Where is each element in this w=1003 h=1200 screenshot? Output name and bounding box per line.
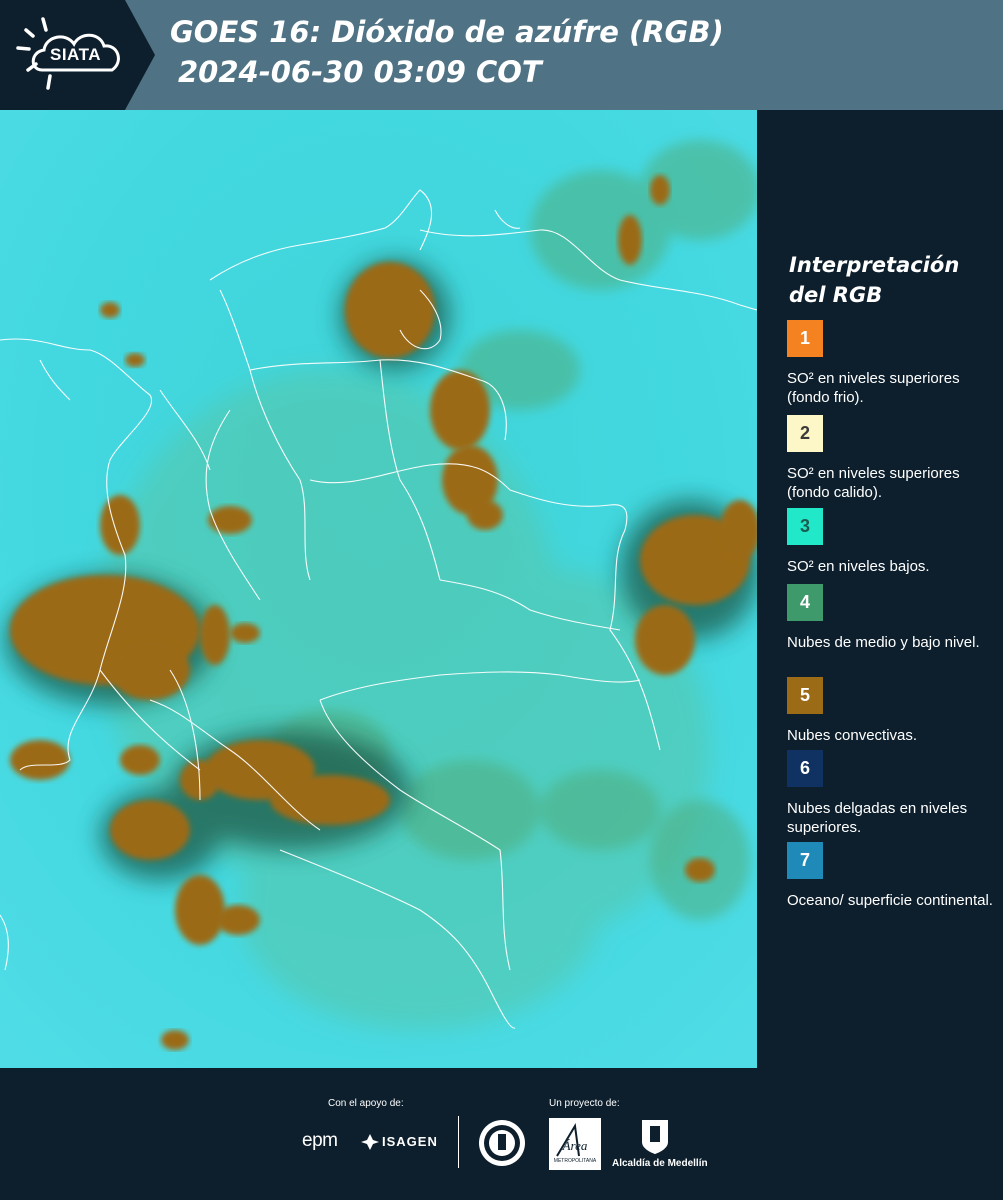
support-label: Con el apoyo de: [328, 1098, 404, 1109]
legend-swatch-7: 7 [787, 842, 823, 879]
legend-swatch-4: 4 [787, 584, 823, 621]
legend-item-1: 1 SO² en niveles superiores (fondo frio)… [787, 320, 997, 407]
legend-number-7: 7 [799, 850, 810, 870]
legend-desc-4: Nubes de medio y bajo nivel. [787, 634, 980, 651]
legend-swatch-5: 5 [787, 677, 823, 714]
legend-desc-5: Nubes convectivas. [787, 727, 918, 744]
legend-title: Interpretación del RGB [789, 253, 960, 307]
area-metropolitana-logo: Área METROPOLITANA [549, 1118, 601, 1170]
isagen-mark-icon [361, 1134, 379, 1150]
page-timestamp: 2024-06-30 03:09 COT [178, 55, 542, 89]
legend-desc-7: Oceano/ superficie continental. [787, 892, 993, 909]
area-logo-sub: METROPOLITANA [554, 1158, 597, 1164]
legend-swatch-3: 3 [787, 508, 823, 545]
siata-logo: SIATA [0, 0, 155, 110]
alcaldia-shield-icon [642, 1120, 668, 1154]
medellin-seal-icon [479, 1120, 525, 1166]
project-label: Un proyecto de: [549, 1098, 620, 1109]
legend-number-3: 3 [799, 516, 810, 536]
footer-divider [458, 1116, 459, 1168]
epm-logo: epm [302, 1130, 338, 1151]
legend-desc-6: Nubes delgadas en niveles superiores. [787, 800, 968, 836]
legend-desc-3: SO² en niveles bajos. [787, 558, 930, 575]
area-logo-text: Área [562, 1138, 588, 1153]
footer-sponsors: Con el apoyo de: Un proyecto de: epm ISA… [0, 1068, 1003, 1200]
legend-item-2: 2 SO² en niveles superiores (fondo calid… [787, 415, 997, 502]
page-title: GOES 16: Dióxido de azúfre (RGB) [170, 15, 724, 49]
legend-swatch-2: 2 [787, 415, 823, 452]
legend-swatch-6: 6 [787, 750, 823, 787]
legend-desc-1: SO² en niveles superiores (fondo frio). [787, 370, 960, 406]
legend-number-6: 6 [799, 758, 810, 778]
legend-number-2: 2 [799, 423, 810, 443]
legend-number-1: 1 [799, 328, 810, 348]
legend-number-5: 5 [799, 685, 810, 705]
satellite-rgb-map[interactable] [0, 110, 757, 1068]
legend-desc-2: SO² en niveles superiores (fondo calido)… [787, 465, 960, 501]
alcaldia-logo-text: Alcaldía de Medellín [612, 1158, 708, 1169]
legend-number-4: 4 [799, 592, 810, 612]
isagen-logo: ISAGEN [382, 1134, 438, 1149]
legend-panel: Interpretación del RGB 1 SO² en niveles … [757, 110, 1003, 1068]
legend-item-5: 5 Nubes convectivas. [787, 677, 997, 745]
legend-item-4: 4 Nubes de medio y bajo nivel. [787, 584, 997, 652]
legend-swatch-1: 1 [787, 320, 823, 357]
header-bar: SIATA GOES 16: Dióxido de azúfre (RGB) 2… [0, 0, 1003, 110]
legend-item-3: 3 SO² en niveles bajos. [787, 508, 997, 576]
siata-logo-text: SIATA [50, 45, 101, 64]
legend-item-6: 6 Nubes delgadas en niveles superiores. [787, 750, 997, 837]
legend-item-7: 7 Oceano/ superficie continental. [787, 842, 997, 910]
